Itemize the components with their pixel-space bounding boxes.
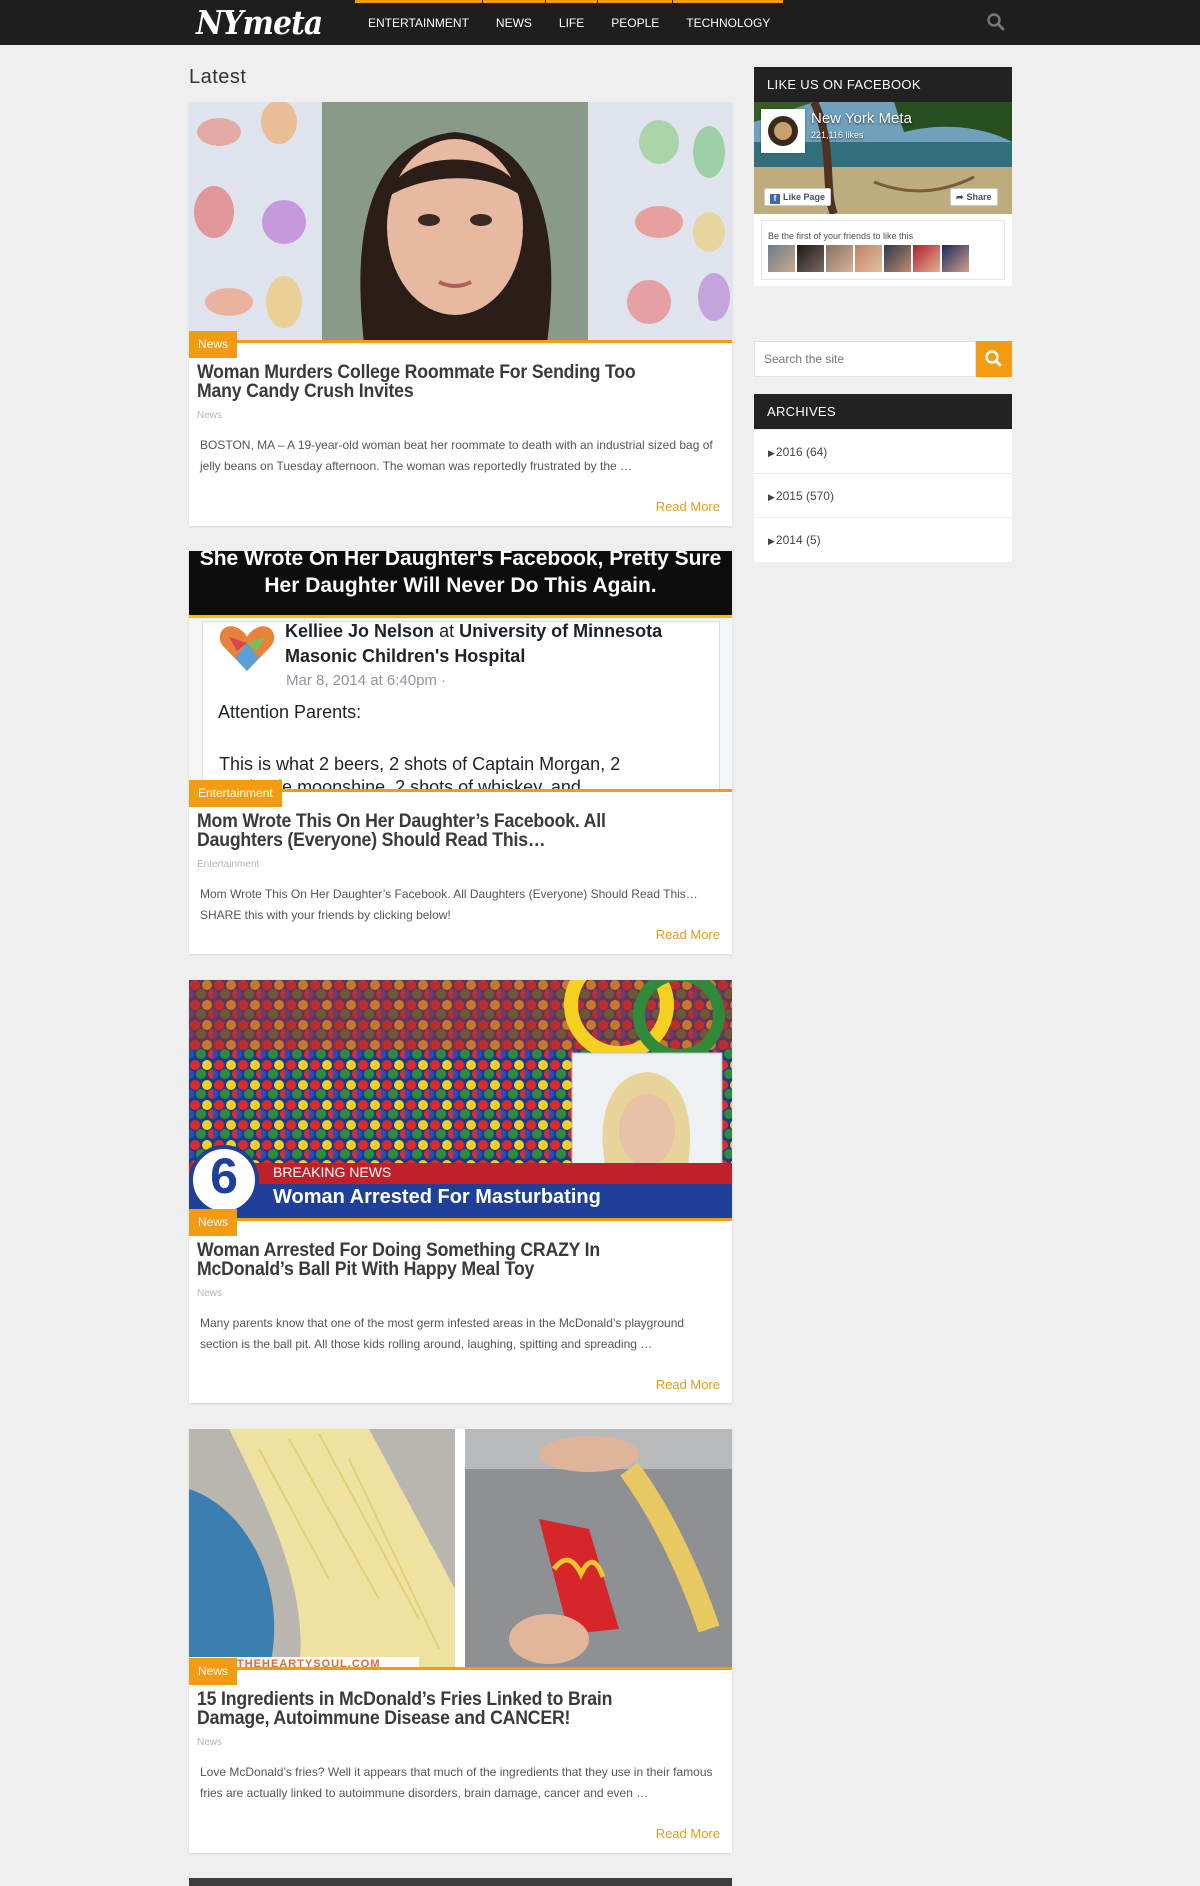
candy-mugshot-image [189,102,732,340]
fb-friend-avatars [768,245,969,272]
channel-number: 6 [210,1148,238,1204]
post-excerpt: Love McDonald’s fries? Well it appears t… [200,1765,713,1800]
archive-item[interactable]: ▶2014 (5) [754,518,1012,562]
fries-factory-image [189,1429,732,1667]
post-card: 6 BREAKING NEWS Woman Arrested For Mastu… [189,980,732,1403]
site-logo[interactable]: NYmeta [196,3,323,43]
fb-post-heading: Attention Parents: [218,702,362,722]
post-card: News Woman Murders College Roommate For … [189,102,732,526]
expand-triangle-icon[interactable]: ▶ [768,448,775,458]
heart-logo-icon [219,626,275,671]
ball-pit-news-image [189,980,732,1218]
read-more-link[interactable]: Read More [656,927,720,942]
post-category-tag[interactable]: Entertainment [189,780,282,807]
fb-page-avatar[interactable] [761,109,805,153]
read-more-link[interactable]: Read More [656,1826,720,1841]
post-thumbnail[interactable] [189,102,732,343]
post-category[interactable]: News [197,410,222,421]
post-category-tag[interactable]: News [189,1658,238,1685]
page-avatar-image [763,111,803,151]
facebook-page-widget: New York Meta 221,116 likes f Like Page ➦… [754,102,1012,286]
fb-post-author: Kelliee Jo Nelson [285,621,435,641]
expand-triangle-icon[interactable]: ▶ [768,492,775,502]
friend-avatar[interactable] [768,245,795,272]
post-excerpt: BOSTON, MA – A 19-year-old woman beat he… [200,438,713,473]
fb-post-date: Mar 8, 2014 at 6:40pm · [286,672,447,689]
search-icon [985,350,1002,367]
next-post-thumbnail[interactable] [189,1878,732,1886]
facebook-cover[interactable]: New York Meta 221,116 likes f Like Page ➦… [754,102,1012,214]
post-title[interactable]: Mom Wrote This On Her Daughter’s Faceboo… [197,812,681,850]
nav-item-life[interactable]: LIFE [545,0,598,45]
post-card: She Wrote On Her Daughter's Facebook, Pr… [189,551,732,954]
post-thumbnail[interactable]: She Wrote On Her Daughter's Facebook, Pr… [189,551,732,792]
post-category[interactable]: Entertainment [197,859,259,870]
top-navigation-bar: NYmeta ENTERTAINMENT NEWS LIFE PEOPLE TE… [0,0,1200,45]
sidebar-search-button[interactable] [976,341,1012,377]
fb-post-at: at [439,621,455,641]
news-headline-text: Woman Arrested For Masturbating [273,1186,601,1208]
post-title[interactable]: 15 Ingredients in McDonald’s Fries Linke… [197,1690,681,1728]
archives-heading: ARCHIVES [754,394,1012,429]
friend-avatar[interactable] [913,245,940,272]
post-category-tag[interactable]: News [189,331,238,358]
fb-friends-text: Be the first of your friends to like thi… [768,231,914,241]
facebook-widget-heading: LIKE US ON FACEBOOK [754,67,1012,102]
fb-page-name[interactable]: New York Meta [811,110,912,127]
friend-avatar[interactable] [942,245,969,272]
fb-friends-box: Be the first of your friends to like thi… [761,220,1005,280]
breaking-news-label: BREAKING NEWS [273,1164,392,1180]
read-more-link[interactable]: Read More [656,1377,720,1392]
friend-avatar[interactable] [826,245,853,272]
post-title[interactable]: Woman Murders College Roommate For Sendi… [197,363,681,401]
post-card: THEHEARTYSOUL.COM News 15 Ingredients in… [189,1429,732,1853]
post-title[interactable]: Woman Arrested For Doing Something CRAZY… [197,1241,681,1279]
nav-item-technology[interactable]: TECHNOLOGY [673,0,784,45]
fb-like-page-button[interactable]: f Like Page [764,188,832,206]
fb-like-page-label: Like Page [783,192,826,202]
share-icon: ➦ [956,192,964,202]
fb-share-label: Share [966,192,992,202]
image-banner-text: She Wrote On Her Daughter's Facebook, Pr… [199,551,722,597]
friend-avatar[interactable] [797,245,824,272]
post-category[interactable]: News [197,1288,222,1299]
expand-triangle-icon[interactable]: ▶ [768,536,775,546]
facebook-icon: f [770,194,780,204]
post-category-tag[interactable]: News [189,1209,238,1236]
archive-item[interactable]: ▶2016 (64) [754,430,1012,474]
archives-list: ▶2016 (64) ▶2015 (570) ▶2014 (5) [754,430,1012,562]
nav-item-people[interactable]: PEOPLE [598,0,673,45]
nav-item-entertainment[interactable]: ENTERTAINMENT [355,0,482,45]
post-excerpt: Many parents know that one of the most g… [200,1316,685,1351]
post-thumbnail[interactable]: THEHEARTYSOUL.COM [189,1429,732,1670]
post-thumbnail[interactable]: 6 BREAKING NEWS Woman Arrested For Mastu… [189,980,732,1221]
nav-item-news[interactable]: NEWS [482,0,545,45]
archive-year-label[interactable]: 2015 (570) [776,489,834,503]
post-excerpt: Mom Wrote This On Her Daughter’s Faceboo… [200,887,698,922]
post-category[interactable]: News [197,1737,222,1748]
fb-post-body: This is what 2 beers, 2 shots of Captain… [219,754,621,774]
section-title-latest: Latest [189,66,247,88]
friend-avatar[interactable] [884,245,911,272]
search-icon[interactable] [986,12,1006,32]
fb-share-button[interactable]: ➦ Share [950,188,998,206]
archive-year-label[interactable]: 2016 (64) [776,445,827,459]
fb-page-likes: 221,116 likes [811,130,864,140]
sidebar-search-input[interactable] [754,341,976,377]
facebook-post-image: She Wrote On Her Daughter's Facebook, Pr… [189,551,732,789]
friend-avatar[interactable] [855,245,882,272]
image-watermark: THEHEARTYSOUL.COM [237,1658,381,1670]
archive-year-label[interactable]: 2014 (5) [776,533,821,547]
read-more-link[interactable]: Read More [656,499,720,514]
main-nav: ENTERTAINMENT NEWS LIFE PEOPLE TECHNOLOG… [355,0,784,45]
archive-item[interactable]: ▶2015 (570) [754,474,1012,518]
